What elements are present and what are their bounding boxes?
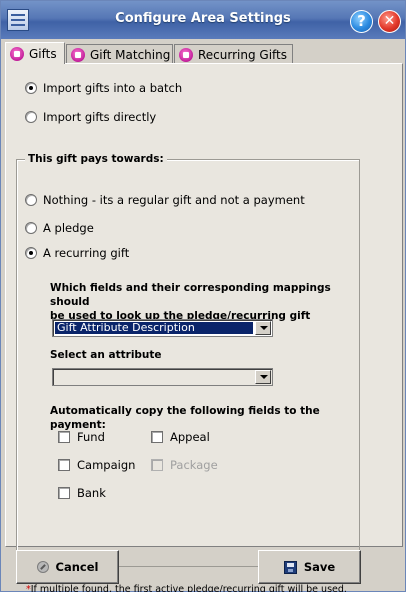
footnote: *If multiple found, the first active ple… bbox=[26, 584, 347, 592]
checkbox[interactable] bbox=[151, 431, 163, 443]
save-button[interactable]: Save bbox=[258, 550, 361, 584]
option-label: A recurring gift bbox=[43, 246, 130, 260]
import-directly-option[interactable]: Import gifts directly bbox=[25, 110, 156, 124]
checkbox[interactable] bbox=[58, 459, 70, 471]
nothing-regular-gift-option[interactable]: Nothing - its a regular gift and not a p… bbox=[25, 193, 305, 207]
option-label: Import gifts directly bbox=[43, 110, 157, 124]
close-icon[interactable]: ✕ bbox=[378, 10, 401, 33]
help-icon[interactable]: ? bbox=[350, 10, 373, 33]
checkbox[interactable] bbox=[58, 487, 70, 499]
tab-strip: Gifts Gift Matching Recurring Gifts bbox=[5, 42, 401, 64]
bank-checkbox-row[interactable]: Bank bbox=[58, 486, 106, 500]
title-bar: Configure Area Settings ? ✕ bbox=[1, 1, 405, 39]
checkbox[interactable] bbox=[58, 431, 70, 443]
appeal-checkbox-row[interactable]: Appeal bbox=[151, 430, 210, 444]
radio-button-selected[interactable] bbox=[25, 82, 37, 94]
copy-fields-label: Automatically copy the following fields … bbox=[50, 405, 320, 431]
tab-label: Gift Matching bbox=[90, 47, 171, 62]
tab-gift-matching[interactable]: Gift Matching bbox=[66, 44, 173, 64]
payment-group-box: This gift pays towards: Nothing - its a … bbox=[16, 153, 360, 567]
save-button-label: Save bbox=[303, 560, 336, 574]
select-value bbox=[55, 371, 253, 383]
gifts-tab-panel: Import gifts into a batch Import gifts d… bbox=[5, 63, 403, 592]
checkbox-label: Campaign bbox=[77, 458, 136, 472]
chevron-down-icon[interactable] bbox=[255, 321, 271, 335]
gift-icon bbox=[179, 47, 193, 62]
chevron-down-icon[interactable] bbox=[255, 370, 271, 384]
radio-button-selected[interactable] bbox=[25, 247, 37, 259]
tab-gifts[interactable]: Gifts bbox=[5, 42, 65, 64]
option-label: Import gifts into a batch bbox=[43, 81, 183, 95]
checkbox bbox=[151, 459, 163, 471]
checkbox-label: Bank bbox=[77, 486, 106, 500]
checkbox-label: Fund bbox=[77, 430, 105, 444]
gift-icon bbox=[10, 46, 24, 61]
recurring-gift-option[interactable]: A recurring gift bbox=[25, 246, 129, 260]
configure-area-settings-window: Configure Area Settings ? ✕ Gifts Gift M… bbox=[0, 0, 406, 592]
radio-button[interactable] bbox=[25, 194, 37, 206]
option-label: Nothing - its a regular gift and not a p… bbox=[43, 193, 305, 207]
radio-button[interactable] bbox=[25, 222, 37, 234]
option-label: A pledge bbox=[43, 221, 94, 235]
import-into-batch-option[interactable]: Import gifts into a batch bbox=[25, 81, 182, 95]
lookup-field-select[interactable]: Gift Attribute Description bbox=[52, 319, 273, 337]
save-icon bbox=[283, 560, 297, 574]
select-value: Gift Attribute Description bbox=[55, 322, 253, 334]
cancel-button-label: Cancel bbox=[55, 560, 99, 574]
cancel-icon bbox=[36, 561, 49, 573]
tab-recurring-gifts[interactable]: Recurring Gifts bbox=[174, 44, 293, 64]
tab-label: Recurring Gifts bbox=[198, 47, 288, 62]
select-attribute-label: Select an attribute bbox=[50, 349, 162, 361]
fund-checkbox-row[interactable]: Fund bbox=[58, 430, 105, 444]
footnote-text: If multiple found, the first active pled… bbox=[30, 584, 347, 592]
pledge-option[interactable]: A pledge bbox=[25, 221, 94, 235]
group-legend: This gift pays towards: bbox=[25, 153, 167, 165]
checkbox-label: Appeal bbox=[170, 430, 210, 444]
checkbox-label: Package bbox=[170, 458, 218, 472]
radio-button[interactable] bbox=[25, 111, 37, 123]
window-title: Configure Area Settings bbox=[115, 11, 291, 26]
lookup-label-line: Which fields and their corresponding map… bbox=[50, 282, 331, 308]
cancel-button[interactable]: Cancel bbox=[16, 550, 119, 584]
attribute-select[interactable] bbox=[52, 368, 273, 386]
lookup-fields-label: Which fields and their corresponding map… bbox=[50, 281, 359, 323]
package-checkbox-row: Package bbox=[151, 458, 218, 472]
campaign-checkbox-row[interactable]: Campaign bbox=[58, 458, 135, 472]
gift-icon bbox=[71, 47, 85, 62]
tab-label: Gifts bbox=[29, 46, 57, 61]
